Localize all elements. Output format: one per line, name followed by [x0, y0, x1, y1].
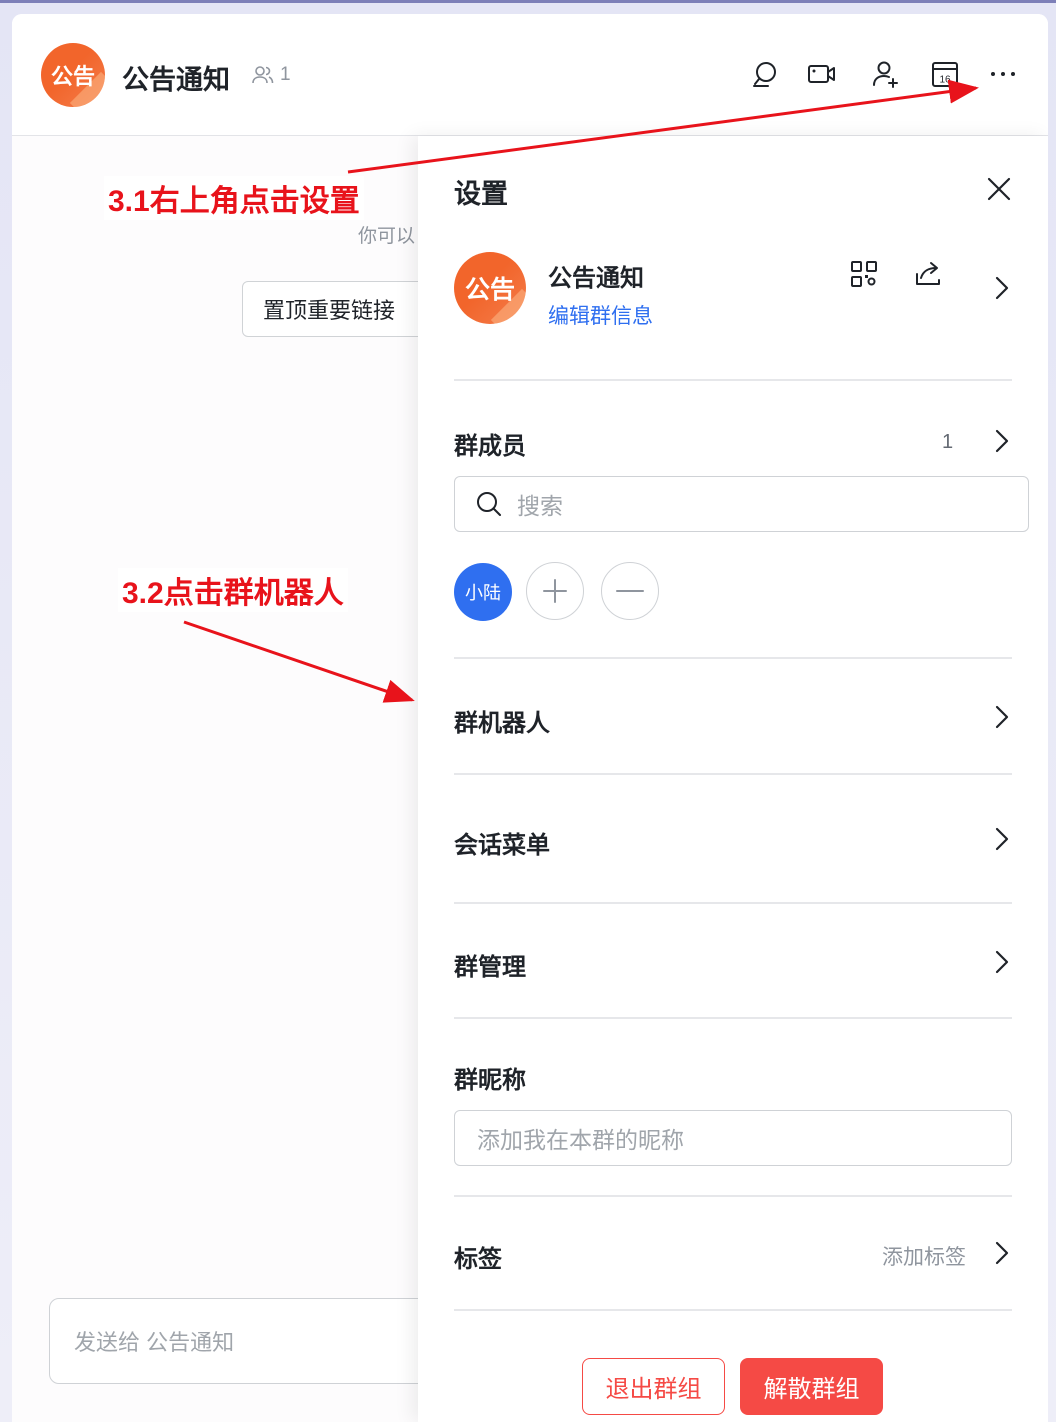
- nickname-input[interactable]: 添加我在本群的昵称: [454, 1110, 1012, 1166]
- settings-panel: 设置 公告 公告通知 编辑群信息 群成员 1 搜索 小陆 群机器人 会话菜单 群…: [418, 136, 1048, 1422]
- chat-hint: 你可以: [358, 226, 416, 247]
- divider: [454, 902, 1012, 904]
- nickname-label: 群昵称: [454, 1067, 526, 1094]
- menu-chevron-icon[interactable]: [992, 824, 1012, 854]
- remove-member-button[interactable]: [601, 562, 659, 620]
- search-icon: [477, 492, 501, 516]
- divider: [454, 1309, 1012, 1311]
- manage-chevron-icon[interactable]: [992, 947, 1012, 977]
- more-icon[interactable]: [987, 58, 1019, 90]
- member-count: 1: [280, 64, 291, 85]
- qr-code-icon[interactable]: [850, 260, 878, 288]
- minus-icon: [616, 590, 644, 592]
- tags-chevron-icon[interactable]: [992, 1238, 1012, 1268]
- robots-chevron-icon[interactable]: [992, 702, 1012, 732]
- members-chevron-icon[interactable]: [992, 426, 1012, 456]
- group-name: 公告通知: [548, 265, 644, 292]
- group-management-item[interactable]: 群管理: [454, 947, 526, 982]
- divider: [454, 379, 1012, 381]
- video-call-icon[interactable]: [806, 58, 838, 90]
- divider: [454, 1195, 1012, 1197]
- add-member-icon[interactable]: [870, 58, 902, 90]
- calendar-day: 16: [939, 75, 951, 86]
- close-icon[interactable]: [984, 174, 1014, 204]
- pin-link-button[interactable]: 置顶重要链接: [242, 281, 442, 337]
- member-avatar[interactable]: 小陆: [454, 563, 512, 621]
- members-count: 1: [942, 431, 954, 453]
- group-avatar[interactable]: 公告: [41, 43, 105, 107]
- annotation-step-2: 3.2点击群机器人: [118, 568, 348, 612]
- settings-group-avatar-text: 公告: [464, 276, 515, 304]
- annotation-step-1: 3.1右上角点击设置: [104, 176, 364, 220]
- settings-group-avatar[interactable]: 公告: [454, 252, 526, 324]
- chat-header: 公告 公告通知 1 16: [12, 14, 1048, 136]
- group-info-chevron-icon[interactable]: [992, 273, 1012, 303]
- divider: [454, 657, 1012, 659]
- add-member-button[interactable]: [526, 562, 584, 620]
- settings-title: 设置: [454, 179, 508, 209]
- session-menu-item[interactable]: 会话菜单: [454, 825, 550, 860]
- exit-group-button[interactable]: 退出群组: [582, 1358, 725, 1415]
- member-count-badge[interactable]: 1: [252, 64, 291, 86]
- member-search-input[interactable]: 搜索: [454, 476, 1029, 532]
- calendar-icon[interactable]: 16: [929, 58, 961, 90]
- edit-group-info-link[interactable]: 编辑群信息: [548, 300, 653, 330]
- members-label: 群成员: [454, 433, 526, 460]
- group-robots-item[interactable]: 群机器人: [454, 703, 550, 738]
- message-composer[interactable]: 发送给 公告通知: [49, 1298, 449, 1384]
- group-avatar-text: 公告: [50, 64, 95, 89]
- chat-title: 公告通知: [122, 65, 230, 95]
- dissolve-group-button[interactable]: 解散群组: [740, 1358, 883, 1415]
- tags-label: 标签: [454, 1246, 502, 1273]
- window-top-border: [0, 0, 1056, 3]
- search-icon[interactable]: [749, 58, 781, 90]
- divider: [454, 1017, 1012, 1019]
- divider: [454, 773, 1012, 775]
- chat-area: 你可以 置顶重要链接 发送给 公告通知: [12, 136, 449, 1422]
- share-icon[interactable]: [913, 260, 943, 288]
- plus-icon: [543, 579, 567, 603]
- member-search-placeholder: 搜索: [517, 493, 563, 519]
- members-icon: [252, 66, 274, 84]
- app-window: 公告 公告通知 1 16 你可以 置顶重要链接 发送给 公告通知 设置 公告 公…: [12, 14, 1048, 1422]
- add-tag-link[interactable]: 添加标签: [882, 1241, 966, 1271]
